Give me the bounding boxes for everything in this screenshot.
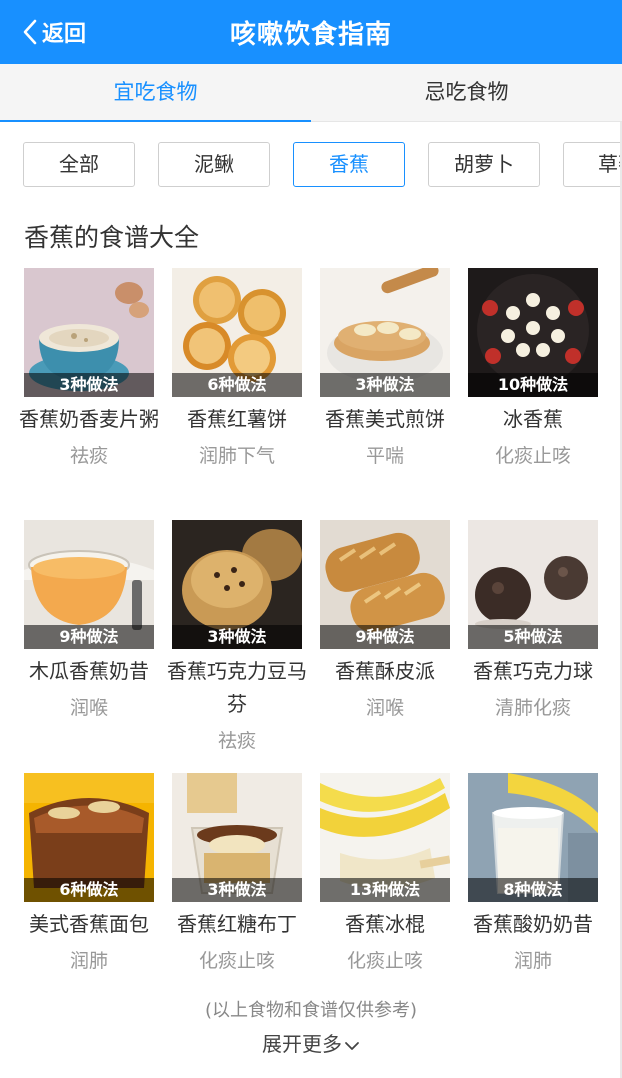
recipe-thumb: 3种做法 xyxy=(24,268,154,397)
filter-chip-carrot[interactable]: 胡萝卜 xyxy=(428,142,540,187)
recipe-thumb: 3种做法 xyxy=(172,520,302,649)
recipe-name: 香蕉酸奶奶昔 xyxy=(473,912,593,936)
recipe-effect: 润肺下气 xyxy=(198,445,275,467)
food-filter-bar[interactable]: 全部 泥鳅 香蕉 胡萝卜 草莓 xyxy=(23,142,622,188)
recipe-name: 冰香蕉 xyxy=(503,407,563,431)
filter-chip-strawberry[interactable]: 草莓 xyxy=(563,142,622,187)
filter-chip-all[interactable]: 全部 xyxy=(23,142,135,187)
filter-chip-banana[interactable]: 香蕉 xyxy=(293,142,405,187)
recipe-effect: 祛痰 xyxy=(217,730,256,752)
recipe-card[interactable]: 6种做法 香蕉红薯饼 润肺下气 xyxy=(172,268,302,473)
recipe-effect: 润肺 xyxy=(69,950,108,972)
page-title: 咳嗽饮食指南 xyxy=(229,20,392,50)
recipe-thumb: 6种做法 xyxy=(24,773,154,902)
method-count-badge: 10种做法 xyxy=(468,373,598,397)
tab-recommended-foods[interactable]: 宜吃食物 xyxy=(0,64,311,122)
method-count-badge: 8种做法 xyxy=(468,878,598,902)
recipe-card[interactable]: 3种做法 香蕉美式煎饼 平喘 xyxy=(320,268,450,473)
chevron-down-icon xyxy=(345,1041,359,1050)
recipe-thumb: 13种做法 xyxy=(320,773,450,902)
method-count-badge: 6种做法 xyxy=(172,373,302,397)
method-count-badge: 5种做法 xyxy=(468,625,598,649)
recipe-thumb: 3种做法 xyxy=(172,773,302,902)
recipe-name: 香蕉奶香麦片粥 xyxy=(19,407,159,431)
recipe-effect: 化痰止咳 xyxy=(494,445,571,467)
tab-bar: 宜吃食物 忌吃食物 xyxy=(0,64,622,122)
recipe-thumb: 5种做法 xyxy=(468,520,598,649)
recipe-card[interactable]: 9种做法 香蕉酥皮派 润喉 xyxy=(320,520,450,725)
recipe-thumb: 9种做法 xyxy=(24,520,154,649)
recipe-effect: 祛痰 xyxy=(69,445,108,467)
recipe-card[interactable]: 3种做法 香蕉红糖布丁 化痰止咳 xyxy=(172,773,302,978)
recipe-card[interactable]: 3种做法 香蕉巧克力豆马芬 祛痰 xyxy=(167,520,307,758)
recipe-name: 香蕉巧克力豆马芬 xyxy=(167,659,307,716)
recipe-card[interactable]: 8种做法 香蕉酸奶奶昔 润肺 xyxy=(468,773,598,978)
recipe-effect: 清肺化痰 xyxy=(494,697,571,719)
recipe-thumb: 10种做法 xyxy=(468,268,598,397)
recipe-thumb: 9种做法 xyxy=(320,520,450,649)
recipe-name: 木瓜香蕉奶昔 xyxy=(29,659,149,683)
section-title: 香蕉的食谱大全 xyxy=(24,223,200,252)
recipe-thumb: 6种做法 xyxy=(172,268,302,397)
method-count-badge: 6种做法 xyxy=(24,878,154,902)
recipe-effect: 润肺 xyxy=(513,950,552,972)
recipe-effect: 润喉 xyxy=(365,697,404,719)
method-count-badge: 3种做法 xyxy=(24,373,154,397)
recipe-card[interactable]: 6种做法 美式香蕉面包 润肺 xyxy=(24,773,154,978)
recipe-name: 美式香蕉面包 xyxy=(29,912,149,936)
recipe-card[interactable]: 3种做法 香蕉奶香麦片粥 祛痰 xyxy=(19,268,159,473)
recipe-effect: 润喉 xyxy=(69,697,108,719)
expand-more-label: 展开更多 xyxy=(262,1032,342,1056)
recipe-name: 香蕉酥皮派 xyxy=(335,659,435,683)
recipe-thumb: 3种做法 xyxy=(320,268,450,397)
method-count-badge: 9种做法 xyxy=(320,625,450,649)
filter-chip-loach[interactable]: 泥鳅 xyxy=(158,142,270,187)
recipe-card[interactable]: 13种做法 香蕉冰棍 化痰止咳 xyxy=(320,773,450,978)
recipe-thumb: 8种做法 xyxy=(468,773,598,902)
recipe-card[interactable]: 10种做法 冰香蕉 化痰止咳 xyxy=(468,268,598,473)
top-bar: 返回 咳嗽饮食指南 xyxy=(0,0,622,64)
recipe-name: 香蕉美式煎饼 xyxy=(325,407,445,431)
method-count-badge: 9种做法 xyxy=(24,625,154,649)
recipe-effect: 化痰止咳 xyxy=(346,950,423,972)
method-count-badge: 3种做法 xyxy=(172,878,302,902)
method-count-badge: 3种做法 xyxy=(320,373,450,397)
tab-avoid-foods[interactable]: 忌吃食物 xyxy=(311,64,622,121)
recipe-name: 香蕉红薯饼 xyxy=(187,407,287,431)
recipe-name: 香蕉巧克力球 xyxy=(473,659,593,683)
expand-more-button[interactable]: 展开更多 xyxy=(0,1028,622,1057)
recipe-effect: 化痰止咳 xyxy=(198,950,275,972)
method-count-badge: 13种做法 xyxy=(320,878,450,902)
disclaimer-note: (以上食物和食谱仅供参考) xyxy=(204,1000,418,1021)
recipe-card[interactable]: 5种做法 香蕉巧克力球 清肺化痰 xyxy=(468,520,598,725)
recipe-name: 香蕉红糖布丁 xyxy=(177,912,297,936)
recipe-name: 香蕉冰棍 xyxy=(345,912,425,936)
recipe-card[interactable]: 9种做法 木瓜香蕉奶昔 润喉 xyxy=(24,520,154,725)
method-count-badge: 3种做法 xyxy=(172,625,302,649)
recipe-effect: 平喘 xyxy=(365,445,404,467)
